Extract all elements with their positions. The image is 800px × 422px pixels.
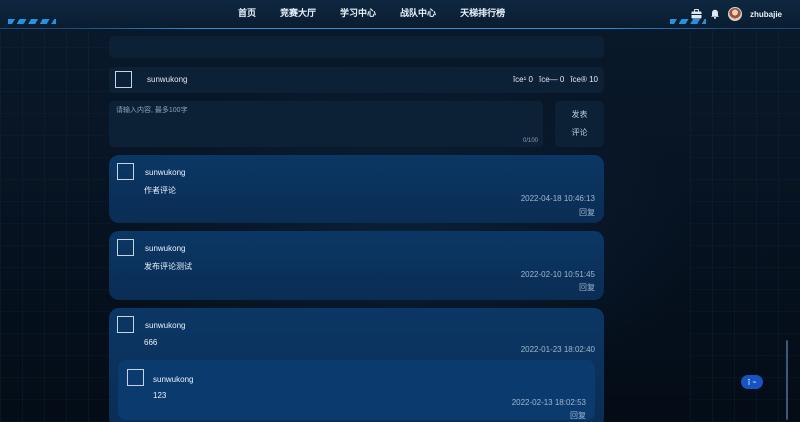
stat-views: îce® 10 (570, 75, 598, 84)
floating-button-mark: ™ (752, 379, 757, 385)
publish-comment-button[interactable]: 发表 评论 (555, 101, 604, 147)
stat-likes[interactable]: îce¹ 0 (513, 75, 533, 84)
commenter-avatar-image (117, 163, 134, 180)
left-background-grid (0, 30, 110, 422)
comment-text: 发布评论测试 (144, 262, 192, 271)
floating-help-button[interactable]: î ™ (741, 375, 763, 389)
comment-card: sunwukong 作者评论 2022-04-18 10:46:13 回复 (109, 155, 604, 223)
top-navigation-bar: 首页 竞赛大厅 学习中心 战队中心 天梯排行榜 zhubajie (0, 0, 800, 29)
comment-card: sunwukong 666 2022-01-23 18:02:40 sunwuk… (109, 308, 604, 422)
comment-author[interactable]: sunwukong (145, 321, 185, 330)
decorative-stripes-left (8, 19, 56, 24)
comment-input-placeholder: 请输入内容, 最多100字 (116, 107, 188, 114)
post-author[interactable]: sunwukong (147, 75, 187, 84)
nav-item-home[interactable]: 首页 (238, 6, 256, 19)
reply-time: 2022-02-13 18:02:53 (511, 398, 586, 407)
commenter-avatar-image (117, 239, 134, 256)
comment-time: 2022-01-23 18:02:40 (520, 345, 595, 354)
reply-link[interactable]: 回复 (570, 410, 586, 421)
nav-item-competition-hall[interactable]: 竞赛大厅 (280, 6, 316, 19)
nav-glow-line (70, 28, 730, 29)
reply-link[interactable]: 回复 (579, 282, 595, 293)
avatar[interactable] (727, 7, 742, 21)
briefcase-icon[interactable] (691, 9, 702, 19)
comment-input[interactable]: 请输入内容, 最多100字 0/100 (109, 101, 543, 147)
reply-link[interactable]: 回复 (579, 207, 595, 218)
comment-author[interactable]: sunwukong (145, 244, 185, 253)
right-background-grid (690, 30, 800, 422)
floating-button-glyph: î (747, 377, 751, 387)
comment-text: 作者评论 (144, 186, 176, 195)
username[interactable]: zhubajie (750, 10, 782, 19)
nav-item-learning-center[interactable]: 学习中心 (340, 6, 376, 19)
comment-author[interactable]: sunwukong (145, 168, 185, 177)
char-counter: 0/100 (522, 138, 538, 144)
comment-card: sunwukong 发布评论测试 2022-02-10 10:51:45 回复 (109, 231, 604, 300)
post-content-panel (109, 36, 604, 58)
reply-author[interactable]: sunwukong (153, 375, 193, 384)
user-area: zhubajie (691, 5, 782, 23)
post-info-bar: sunwukong îce¹ 0 îce— 0 îce® 10 (109, 67, 604, 93)
replier-avatar-image (127, 369, 144, 386)
reply-text: 123 (153, 391, 167, 400)
nav-item-team-center[interactable]: 战队中心 (400, 6, 436, 19)
page-scrollbar[interactable] (786, 340, 788, 420)
main-nav: 首页 竞赛大厅 学习中心 战队中心 天梯排行榜 (238, 0, 505, 24)
page: 首页 竞赛大厅 学习中心 战队中心 天梯排行榜 zhubajie sunwuko… (0, 0, 800, 422)
nav-item-ladder-ranking[interactable]: 天梯排行榜 (460, 6, 505, 19)
nested-reply-card: sunwukong 123 2022-02-13 18:02:53 回复 (118, 360, 595, 420)
main-content: sunwukong îce¹ 0 îce— 0 îce® 10 请输入内容, 最… (109, 36, 604, 422)
publish-button-label-1: 发表 (571, 110, 588, 119)
comment-text: 666 (144, 338, 158, 347)
comment-time: 2022-04-18 10:46:13 (520, 194, 595, 203)
bell-icon[interactable] (710, 9, 720, 19)
commenter-avatar-image (117, 316, 134, 333)
comment-compose-row: 请输入内容, 最多100字 0/100 发表 评论 (109, 101, 604, 147)
comment-time: 2022-02-10 10:51:45 (520, 270, 595, 279)
author-avatar-image (115, 71, 132, 88)
publish-button-label-2: 评论 (571, 128, 588, 137)
post-stats: îce¹ 0 îce— 0 îce® 10 (513, 75, 598, 84)
stat-dislikes[interactable]: îce— 0 (539, 75, 564, 84)
